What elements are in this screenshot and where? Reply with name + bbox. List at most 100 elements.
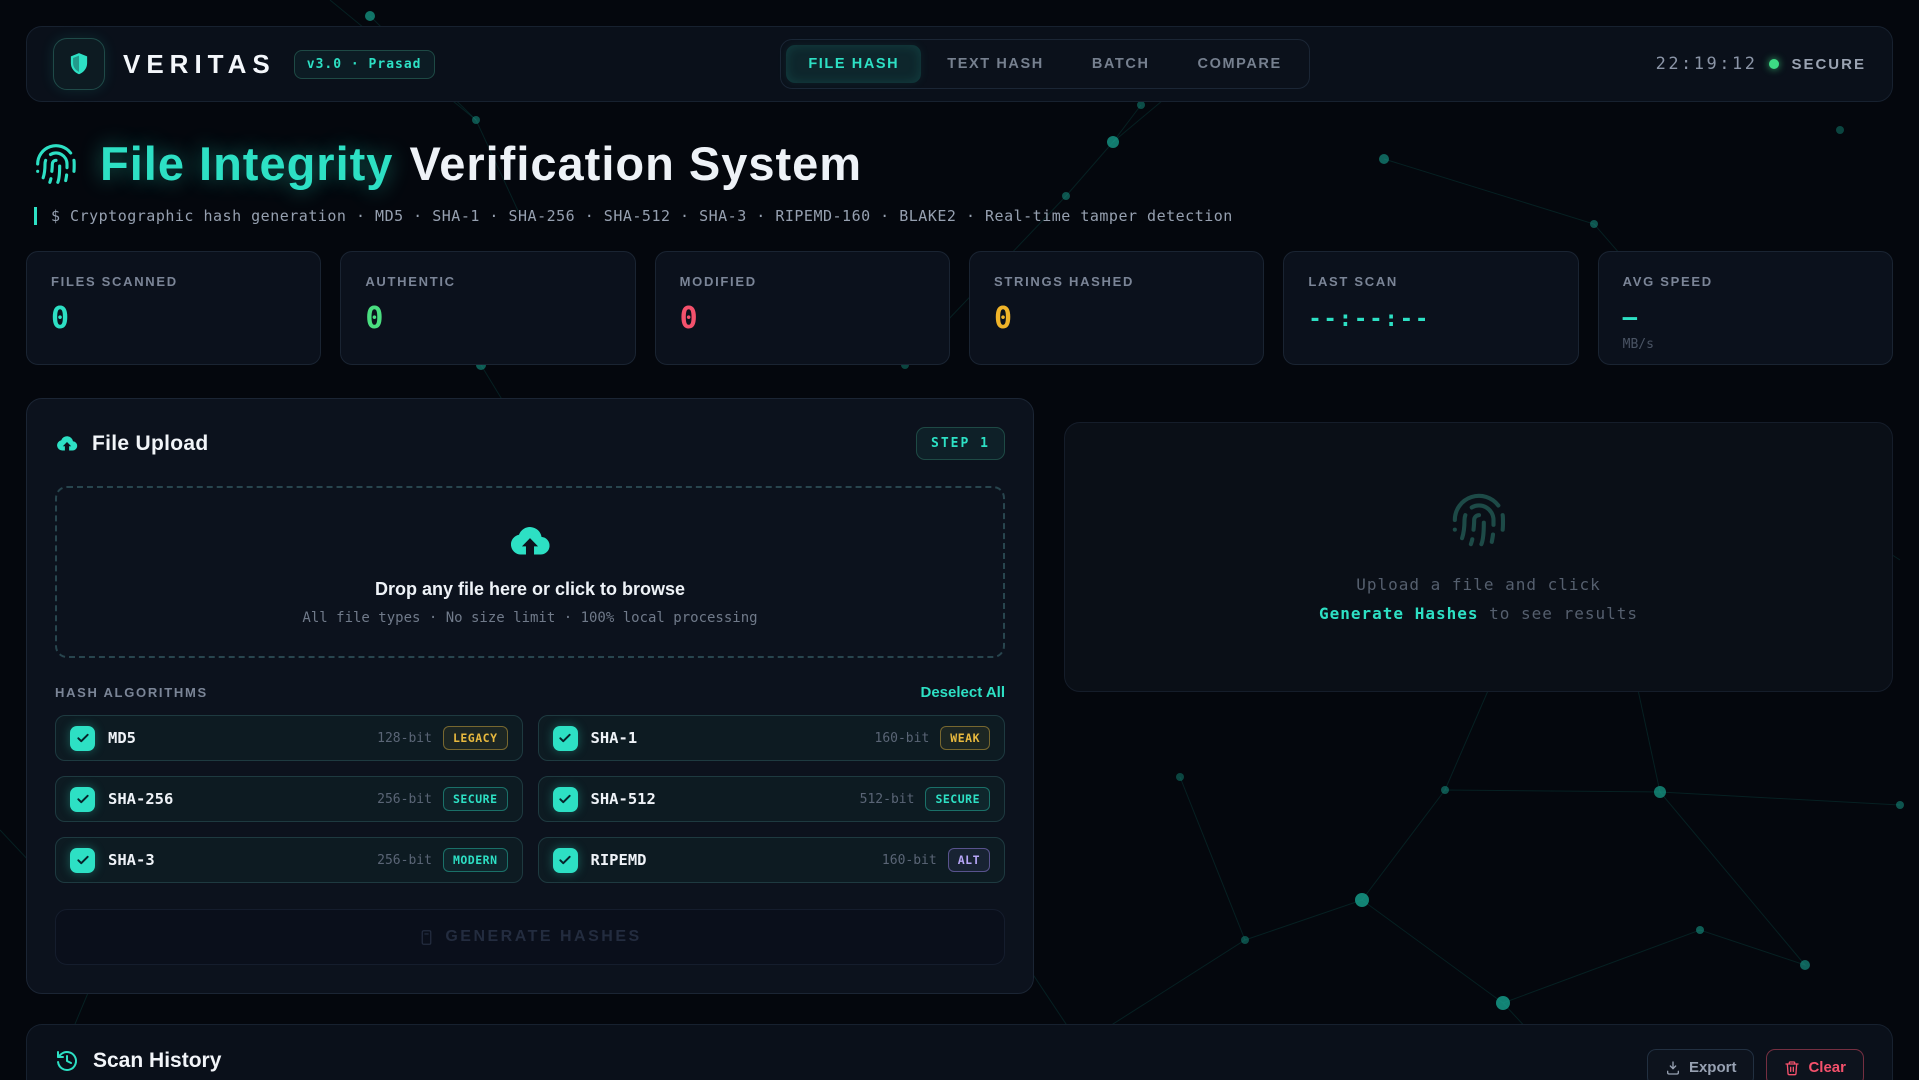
calculator-icon (421, 929, 432, 945)
algorithm-badge: ALT (947, 848, 990, 872)
trash-icon (1785, 1060, 1800, 1075)
tab-file-hash[interactable]: FILE HASH (786, 45, 922, 83)
algorithm-row-sha-512[interactable]: SHA-512 512-bit SECURE (537, 776, 1005, 822)
algorithm-bits: 512-bit (859, 791, 915, 807)
hero: File Integrity Verification System $ Cryp… (34, 136, 1885, 225)
algorithm-name: SHA-512 (590, 790, 656, 808)
algorithm-row-ripemd[interactable]: RIPEMD 160-bit ALT (537, 837, 1005, 883)
algorithm-name: SHA-256 (108, 790, 174, 808)
dropzone-title: Drop any file here or click to browse (374, 578, 686, 599)
version-badge: v3.0 · Prasad (293, 49, 435, 79)
algorithm-bits: 256-bit (377, 791, 432, 807)
check-icon (76, 794, 89, 804)
scan-history-header: Scan History (55, 1049, 221, 1073)
stat-card-avg-speed: AVG SPEED – MB/s (1597, 251, 1893, 365)
brand-title: VERITAS (123, 48, 276, 79)
brand-group: VERITAS v3.0 · Prasad (53, 38, 435, 90)
algorithms-header: HASH ALGORITHMS Deselect All (55, 684, 1005, 701)
algorithm-badge: MODERN (442, 848, 508, 872)
check-icon (76, 855, 89, 865)
results-placeholder-line1: Upload a file and click (1356, 575, 1601, 594)
page-title: File Integrity Verification System (100, 136, 862, 191)
tab-batch[interactable]: BATCH (1070, 45, 1172, 83)
tab-text-hash[interactable]: TEXT HASH (925, 45, 1066, 83)
status-dot-icon (1769, 59, 1780, 69)
status-group: 22:19:12 SECURE (1656, 54, 1866, 74)
results-placeholder-rest: to see results (1478, 604, 1638, 623)
cloud-upload-icon (57, 435, 78, 451)
stat-value: 0 (365, 301, 384, 336)
stat-label: AUTHENTIC (365, 274, 456, 289)
generate-hashes-button[interactable]: GENERATE HASHES (55, 909, 1005, 965)
check-icon (559, 794, 571, 804)
stat-value: --:--:-- (1308, 307, 1431, 332)
download-icon (1666, 1060, 1679, 1075)
file-upload-panel: File Upload STEP 1 Drop any file here or… (26, 398, 1034, 994)
algorithm-name: RIPEMD (590, 851, 647, 869)
check-icon (559, 733, 571, 743)
checkbox-md5[interactable] (70, 725, 95, 751)
dropzone-subtitle: All file types · No size limit · 100% lo… (302, 609, 758, 626)
fingerprint-icon (1452, 493, 1505, 547)
generate-hashes-label: GENERATE HASHES (445, 928, 642, 945)
check-icon (76, 733, 89, 743)
algorithm-badge: SECURE (925, 787, 990, 811)
stat-label: FILES SCANNED (51, 274, 178, 289)
results-placeholder-line2: Generate Hashes to see results (1319, 604, 1638, 623)
algorithm-row-sha-256[interactable]: SHA-256 256-bit SECURE (55, 776, 523, 822)
algorithms-label: HASH ALGORITHMS (55, 685, 208, 700)
scan-history-bar: Scan History Export Clear (26, 1024, 1893, 1080)
stat-card-authentic: AUTHENTIC 0 (340, 251, 636, 365)
clear-button[interactable]: Clear (1766, 1049, 1864, 1080)
tab-compare[interactable]: COMPARE (1176, 45, 1304, 83)
export-button[interactable]: Export (1646, 1049, 1755, 1080)
stat-label: LAST SCAN (1308, 274, 1399, 289)
stat-value: 0 (679, 301, 698, 336)
file-dropzone[interactable]: Drop any file here or click to browse Al… (55, 486, 1005, 658)
page-title-accent: File Integrity (100, 137, 394, 190)
algorithm-name: MD5 (108, 729, 136, 747)
fingerprint-icon (36, 143, 76, 184)
algorithm-row-sha-3[interactable]: SHA-3 256-bit MODERN (55, 837, 523, 883)
stat-value: 0 (993, 301, 1013, 336)
stats-row: FILES SCANNED 0 AUTHENTIC 0 MODIFIED 0 STRINGS… (26, 251, 1893, 365)
checkbox-ripemd[interactable] (552, 847, 578, 873)
stat-label: AVG SPEED (1622, 274, 1713, 289)
clear-label: Clear (1808, 1059, 1846, 1076)
algorithm-row-sha-1[interactable]: SHA-1 160-bit WEAK (537, 715, 1005, 761)
algorithm-name: SHA-1 (590, 729, 638, 747)
page-subtitle: $ Cryptographic hash generation · MD5 · … (34, 207, 1885, 225)
results-placeholder-accent: Generate Hashes (1319, 604, 1479, 623)
checkbox-sha-512[interactable] (552, 786, 578, 812)
checkbox-sha-1[interactable] (552, 725, 578, 751)
page: VERITAS v3.0 · Prasad FILE HASH TEXT HASH… (0, 0, 1919, 1080)
history-icon (57, 1051, 77, 1071)
results-panel: Upload a file and click Generate Hashes … (1064, 422, 1893, 692)
algorithm-row-md5[interactable]: MD5 128-bit LEGACY (55, 715, 523, 761)
deselect-all-link[interactable]: Deselect All (921, 684, 1006, 701)
stat-card-files-scanned: FILES SCANNED 0 (26, 251, 322, 365)
upload-panel-title: File Upload (92, 431, 209, 455)
upload-panel-header: File Upload STEP 1 (55, 427, 1005, 460)
status-label: SECURE (1791, 55, 1866, 73)
stat-card-modified: MODIFIED 0 (654, 251, 950, 365)
export-label: Export (1688, 1059, 1737, 1076)
app-logo (53, 38, 105, 90)
algorithm-badge: LEGACY (442, 726, 508, 750)
stat-card-strings-hashed: STRINGS HASHED 0 (968, 251, 1265, 365)
stat-label: MODIFIED (679, 274, 757, 289)
page-title-rest: Verification System (409, 137, 863, 190)
checkbox-sha-256[interactable] (70, 786, 95, 812)
stat-value: 0 (51, 301, 70, 336)
cloud-upload-icon (510, 526, 550, 554)
main-row: File Upload STEP 1 Drop any file here or… (26, 398, 1893, 994)
check-icon (559, 855, 571, 865)
scan-history-title: Scan History (93, 1049, 222, 1072)
clock: 22:19:12 (1655, 54, 1758, 74)
algorithms-grid: MD5 128-bit LEGACY SHA-1 160-bit WEAK SHA-256 2… (55, 715, 1005, 883)
stat-unit: MB/s (1622, 337, 1654, 352)
shield-icon (70, 53, 88, 75)
algorithm-badge: WEAK (940, 726, 990, 750)
top-bar: VERITAS v3.0 · Prasad FILE HASH TEXT HASH… (26, 26, 1893, 102)
checkbox-sha-3[interactable] (70, 847, 95, 873)
